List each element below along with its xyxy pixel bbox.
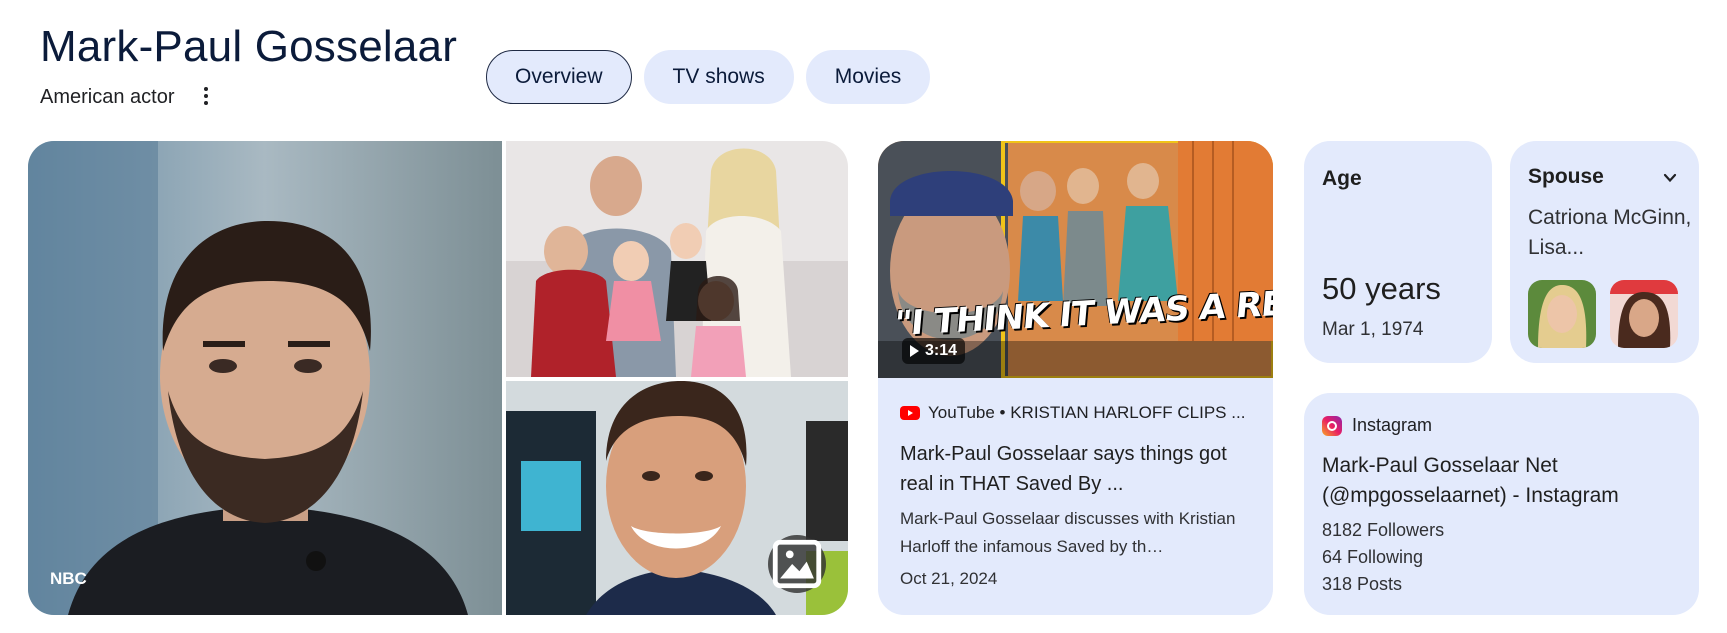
spouse-card[interactable]: Spouse Catriona McGinn, Lisa... bbox=[1510, 141, 1699, 363]
following-count: 64 Following bbox=[1322, 547, 1424, 567]
video-description: Mark-Paul Gosselaar discusses with Krist… bbox=[900, 509, 1236, 556]
age-card[interactable]: Age 50 years Mar 1, 1974 bbox=[1304, 141, 1492, 363]
video-result-card[interactable]: "I THINK IT WAS A REAL FIGHT." 3:14 YouT… bbox=[878, 141, 1273, 615]
age-label: Age bbox=[1322, 167, 1362, 190]
tab-tv-shows[interactable]: TV shows bbox=[643, 50, 794, 104]
followers-count: 8182 Followers bbox=[1322, 520, 1445, 540]
video-duration-badge: 3:14 bbox=[902, 338, 966, 364]
family-photo-image[interactable] bbox=[506, 141, 848, 377]
instagram-title-link[interactable]: Mark-Paul Gosselaar Net (@mpgosselaarnet… bbox=[1322, 451, 1682, 511]
spouse-label: Spouse bbox=[1528, 165, 1604, 188]
spouse-thumbnail-1[interactable] bbox=[1528, 280, 1596, 348]
tab-overview[interactable]: Overview bbox=[486, 50, 632, 104]
entity-subtitle: American actor bbox=[40, 86, 175, 108]
video-source-text: YouTube • KRISTIAN HARLOFF CLIPS ... bbox=[928, 403, 1246, 422]
age-value: 50 years bbox=[1322, 271, 1441, 306]
duration-text: 3:14 bbox=[925, 342, 958, 359]
video-title-link[interactable]: Mark-Paul Gosselaar says things got real… bbox=[900, 439, 1255, 499]
play-icon bbox=[910, 345, 919, 357]
video-source: YouTube • KRISTIAN HARLOFF CLIPS ... bbox=[900, 403, 1245, 423]
image-gallery: NBC bbox=[28, 141, 848, 615]
spouse-names: Catriona McGinn, Lisa... bbox=[1528, 206, 1692, 259]
entity-title: Mark-Paul Gosselaar bbox=[40, 22, 458, 71]
tab-movies[interactable]: Movies bbox=[805, 50, 931, 104]
youtube-icon bbox=[900, 406, 920, 420]
video-thumbnail[interactable]: "I THINK IT WAS A REAL FIGHT." 3:14 bbox=[878, 141, 1273, 378]
tab-bar: Overview TV shows Movies bbox=[486, 50, 931, 104]
more-images-button[interactable] bbox=[768, 535, 826, 593]
birth-date: Mar 1, 1974 bbox=[1322, 319, 1424, 340]
image-icon bbox=[772, 539, 822, 589]
main-portrait-image[interactable]: NBC bbox=[28, 141, 502, 615]
spouse-thumbnail-2[interactable] bbox=[1610, 280, 1678, 348]
posts-count: 318 Posts bbox=[1322, 574, 1403, 594]
instagram-stats: 8182 Followers 64 Following 318 Posts bbox=[1322, 517, 1444, 598]
instagram-icon bbox=[1322, 415, 1342, 436]
instagram-card[interactable]: Instagram Mark-Paul Gosselaar Net (@mpgo… bbox=[1304, 393, 1699, 615]
smiling-portrait-image[interactable] bbox=[506, 381, 848, 615]
image-credit: NBC bbox=[50, 569, 87, 588]
instagram-source-text: Instagram bbox=[1352, 415, 1433, 435]
chevron-down-icon[interactable] bbox=[1663, 171, 1677, 185]
instagram-source: Instagram bbox=[1322, 415, 1432, 436]
video-date: Oct 21, 2024 bbox=[900, 569, 998, 588]
more-options-icon[interactable] bbox=[196, 84, 216, 108]
